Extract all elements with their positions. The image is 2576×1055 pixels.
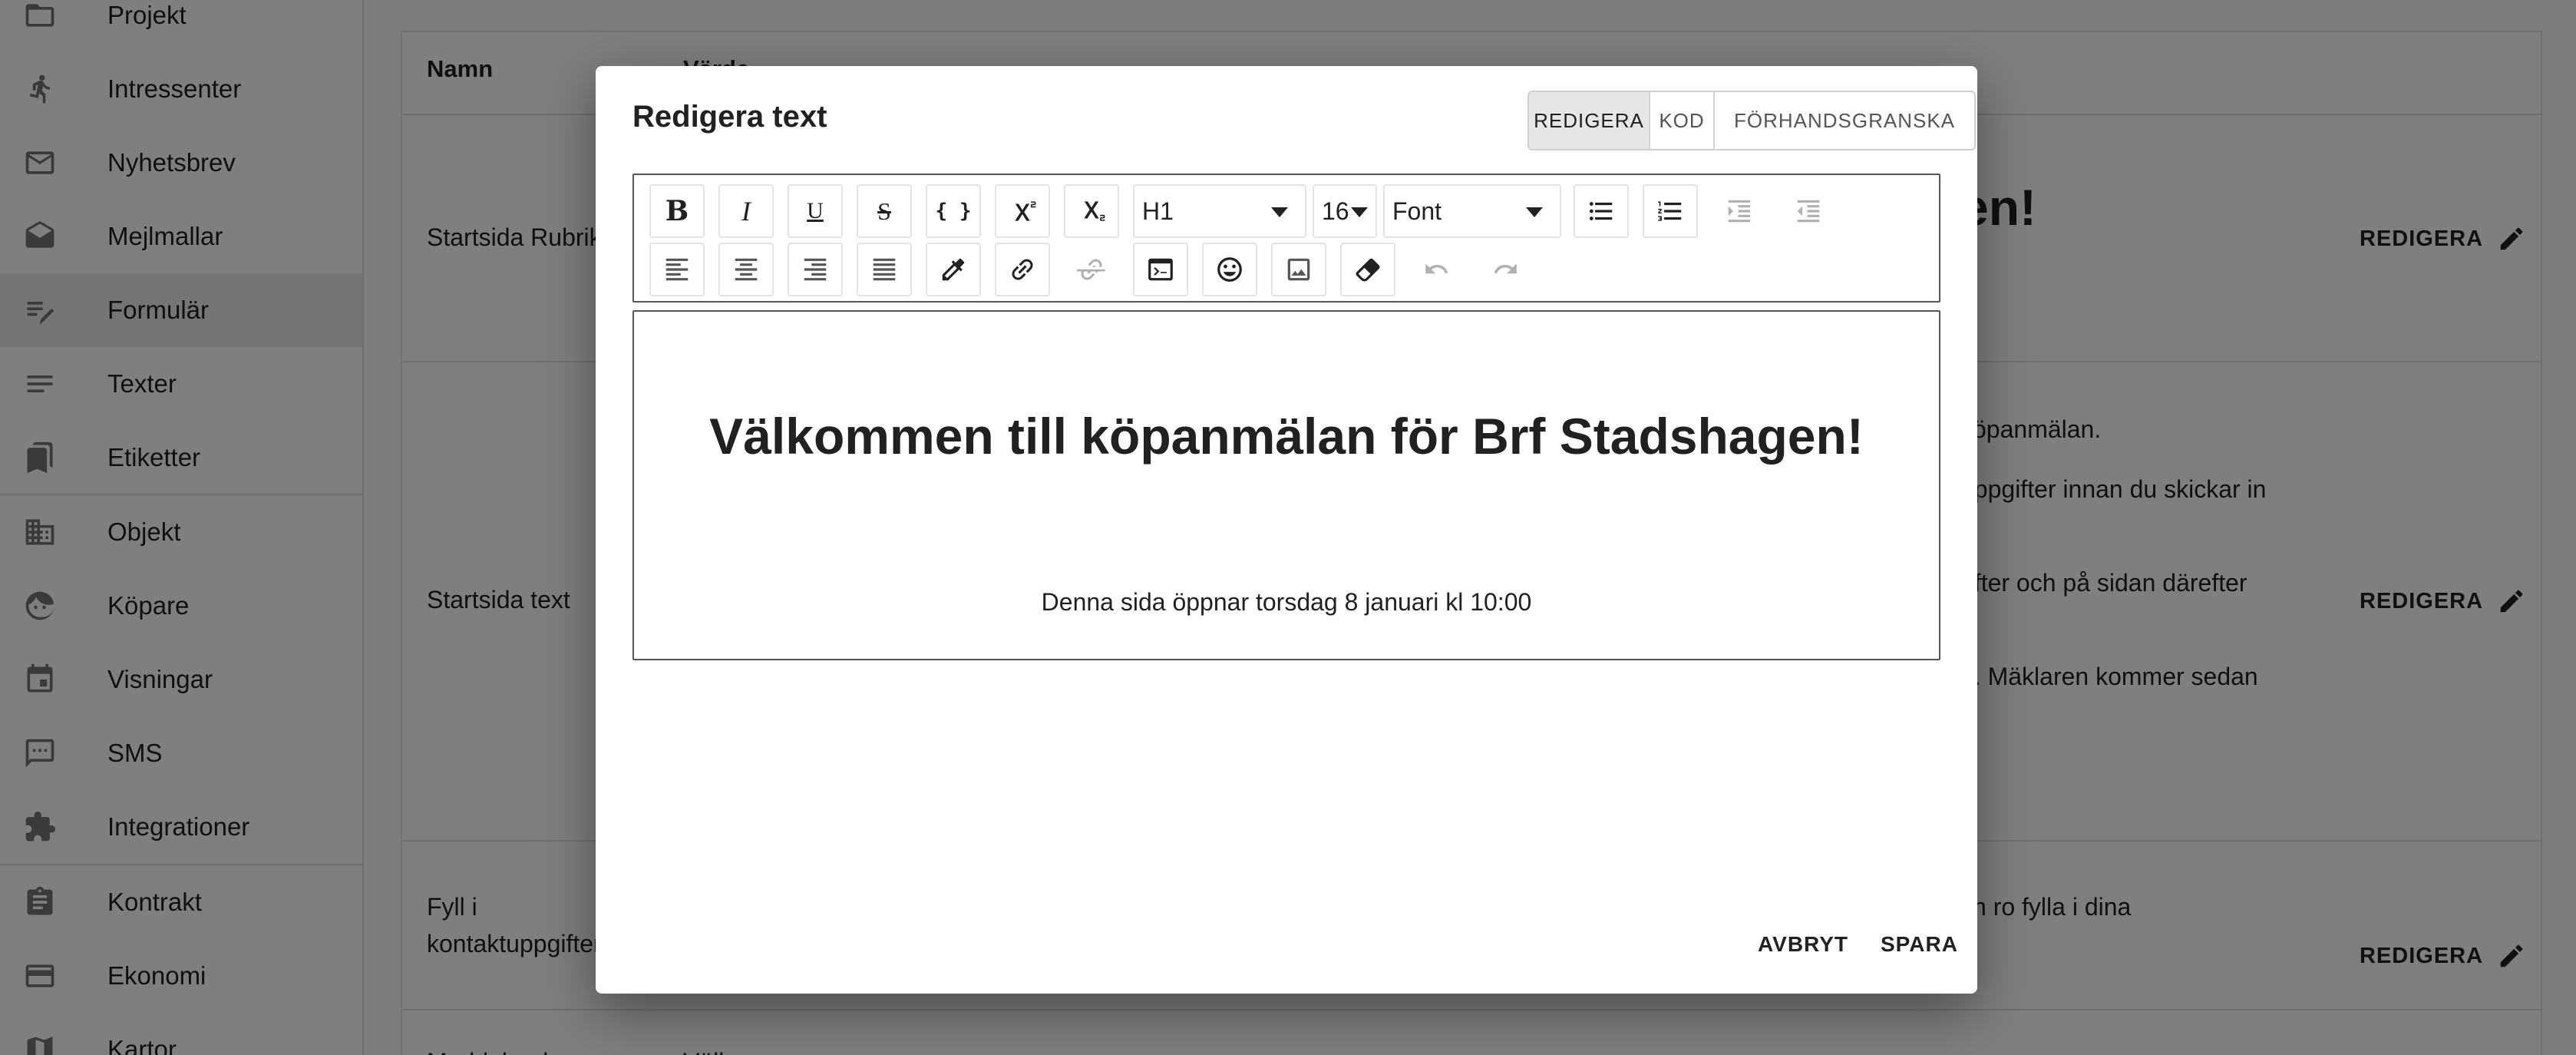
outdent-button[interactable] [1781,184,1836,238]
align-justify-button[interactable] [857,243,912,296]
block-format-select[interactable]: H1 [1133,184,1306,238]
insert-link-button[interactable] [995,243,1050,296]
italic-icon: I [741,196,751,227]
font-family-select[interactable]: Font [1383,184,1561,238]
superscript-button[interactable] [995,184,1050,238]
eyedropper-icon [942,258,965,281]
eraser-icon [1356,258,1380,282]
font-family-value: Font [1392,197,1442,225]
chevron-down-icon [1271,207,1288,217]
emoji-icon [1217,257,1242,282]
align-justify-icon [873,258,896,281]
align-right-button[interactable] [788,243,843,296]
italic-button[interactable]: I [718,184,774,238]
insert-image-button[interactable] [1271,243,1326,296]
chevron-down-icon [1351,207,1368,217]
undo-button[interactable] [1409,243,1465,296]
outdent-icon [1797,200,1820,223]
cancel-button[interactable]: AVBRYT [1758,932,1848,957]
content-heading: Välkommen till köpanmälan för Brf Stadsh… [709,408,1864,465]
dialog-title: Redigera text [632,100,827,134]
align-right-icon [804,258,827,281]
rich-text-toolbar: B I U S { } H1 16 Font [632,174,1940,303]
unlink-icon [1077,259,1105,280]
clear-formatting-button[interactable] [1340,243,1395,296]
code-icon: { } [935,200,972,223]
image-icon [1287,258,1310,281]
superscript-icon [1015,201,1036,221]
bold-icon: B [665,195,689,227]
editor-mode-toggle: REDIGERA KOD FÖRHANDSGRANSKA [1527,91,1976,150]
content-paragraph: Denna sida öppnar torsdag 8 januari kl 1… [1041,588,1532,616]
mode-code-button[interactable]: KOD [1650,92,1715,149]
code-block-icon [1148,258,1173,281]
indent-icon [1728,200,1751,223]
bullet-list-button[interactable] [1574,184,1629,238]
numbered-list-button[interactable] [1643,184,1698,238]
numbered-list-icon [1658,201,1682,221]
font-size-value: 16 [1322,197,1349,225]
align-center-icon [735,258,758,281]
indent-button[interactable] [1712,184,1767,238]
link-icon [1012,259,1033,280]
align-left-icon [665,258,689,281]
subscript-button[interactable] [1064,184,1119,238]
underline-icon: U [807,198,824,223]
rich-text-editor-content[interactable]: Välkommen till köpanmälan för Brf Stadsh… [632,310,1940,660]
undo-icon [1425,263,1448,274]
align-center-button[interactable] [718,243,774,296]
redo-button[interactable] [1478,243,1534,296]
mode-preview-button[interactable]: FÖRHANDSGRANSKA [1715,92,1974,149]
insert-html-button[interactable] [1133,243,1188,296]
edit-text-dialog: Redigera text REDIGERA KOD FÖRHANDSGRANS… [596,66,1977,994]
emoji-button[interactable] [1202,243,1257,296]
redo-icon [1494,263,1517,274]
underline-button[interactable]: U [788,184,843,238]
chevron-down-icon [1526,207,1543,217]
subscript-icon [1084,201,1105,221]
bold-button[interactable]: B [649,184,705,238]
code-button[interactable]: { } [926,184,981,238]
strikethrough-icon: S [877,197,891,225]
mode-edit-button[interactable]: REDIGERA [1529,92,1650,149]
save-button[interactable]: SPARA [1881,932,1958,957]
color-picker-button[interactable] [926,243,981,296]
bullet-list-icon [1589,202,1613,220]
block-format-value: H1 [1142,197,1174,225]
unlink-button[interactable] [1064,243,1119,296]
strikethrough-button[interactable]: S [857,184,912,238]
align-left-button[interactable] [649,243,705,296]
font-size-select[interactable]: 16 [1313,184,1377,238]
